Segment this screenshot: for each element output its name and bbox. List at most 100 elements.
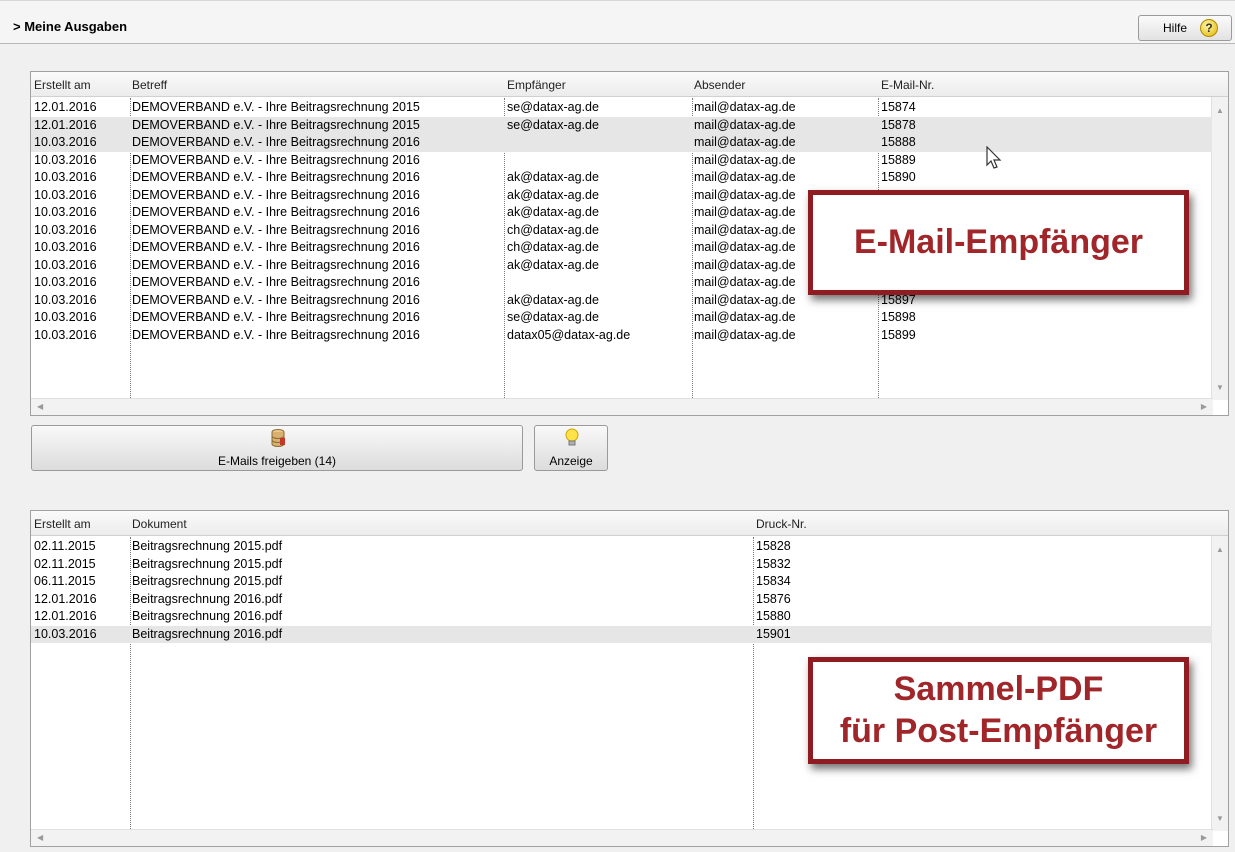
table-cell: 10.03.2016: [34, 310, 97, 324]
table-row[interactable]: 10.03.2016 DEMOVERBAND e.V. - Ihre Beitra…: [31, 309, 1212, 327]
table-row[interactable]: 02.11.2015 Beitragsrechnung 2015.pdf 15828: [31, 538, 1212, 556]
table-cell: 12.01.2016: [34, 100, 97, 114]
show-button[interactable]: Anzeige: [534, 425, 608, 471]
table-row[interactable]: 10.03.2016 DEMOVERBAND e.V. - Ihre Beitra…: [31, 152, 1212, 170]
table-cell: 15898: [881, 310, 916, 324]
table-row[interactable]: 10.03.2016 Beitragsrechnung 2016.pdf 15901: [31, 625, 1212, 643]
pdf-callout: Sammel-PDF für Post-Empfänger: [808, 657, 1189, 764]
table-cell: ak@datax-ag.de: [507, 292, 599, 307]
column-header[interactable]: Druck-Nr.: [756, 517, 807, 531]
table-cell: DEMOVERBAND e.V. - Ihre Beitragsrechnung…: [132, 222, 420, 237]
table-cell: Beitragsrechnung 2016.pdf: [132, 591, 283, 606]
scroll-left-arrow-icon[interactable]: ◀: [37, 833, 43, 842]
print-grid-vertical-scrollbar[interactable]: ▲ ▼: [1211, 536, 1228, 831]
scroll-down-arrow-icon[interactable]: ▼: [1216, 814, 1224, 823]
table-cell: 12.01.2016: [34, 591, 97, 606]
lightbulb-icon: [565, 428, 579, 446]
table-cell: ak@datax-ag.de: [507, 170, 599, 184]
table-cell: mail@datax-ag.de: [694, 292, 796, 307]
table-cell: DEMOVERBAND e.V. - Ihre Beitragsrechnung…: [132, 292, 420, 307]
show-button-label: Anzeige: [549, 454, 593, 468]
table-cell: 10.03.2016: [34, 257, 97, 272]
table-cell: 06.11.2015: [34, 574, 96, 588]
column-header[interactable]: Empfänger: [507, 78, 566, 92]
email-grid-horizontal-scrollbar[interactable]: ◀ ▶: [31, 398, 1213, 415]
table-cell: DEMOVERBAND e.V. - Ihre Beitragsrechnung…: [132, 152, 420, 167]
column-header[interactable]: Betreff: [132, 78, 167, 92]
table-row[interactable]: 12.01.2016 DEMOVERBAND e.V. - Ihre Beitra…: [31, 116, 1212, 134]
table-cell: mail@datax-ag.de: [694, 100, 796, 114]
table-cell: 10.03.2016: [34, 292, 97, 307]
table-cell: ak@datax-ag.de: [507, 257, 599, 272]
table-cell: 10.03.2016: [34, 135, 97, 149]
column-header[interactable]: Erstellt am: [34, 517, 91, 531]
column-header[interactable]: Dokument: [132, 517, 187, 531]
scroll-up-arrow-icon[interactable]: ▲: [1216, 545, 1224, 554]
release-emails-button-label: E-Mails freigeben (14): [217, 454, 337, 468]
page-title: > Meine Ausgaben: [13, 19, 128, 34]
table-row[interactable]: 12.01.2016 DEMOVERBAND e.V. - Ihre Beitra…: [31, 99, 1212, 117]
table-cell: DEMOVERBAND e.V. - Ihre Beitragsrechnung…: [132, 100, 420, 114]
table-row[interactable]: 12.01.2016 Beitragsrechnung 2016.pdf 15876: [31, 591, 1212, 609]
column-header[interactable]: Erstellt am: [34, 78, 91, 92]
table-row[interactable]: 10.03.2016 DEMOVERBAND e.V. - Ihre Beitra…: [31, 327, 1212, 345]
scroll-up-arrow-icon[interactable]: ▲: [1216, 106, 1224, 115]
email-grid-header: Erstellt am Betreff Empfänger Absender E-Mai…: [31, 72, 1228, 97]
table-cell: 10.03.2016: [34, 240, 97, 254]
email-recipients-callout: E-Mail-Empfänger: [808, 190, 1189, 295]
table-cell: 10.03.2016: [34, 152, 97, 167]
table-cell: se@datax-ag.de: [507, 100, 599, 114]
table-cell: 15880: [756, 609, 791, 623]
table-cell: 12.01.2016: [34, 609, 97, 623]
table-cell: ch@datax-ag.de: [507, 222, 599, 237]
table-cell: 15890: [881, 170, 916, 184]
table-cell: 15889: [881, 152, 916, 167]
table-row[interactable]: 10.03.2016 DEMOVERBAND e.V. - Ihre Beitra…: [31, 169, 1212, 187]
scroll-right-arrow-icon[interactable]: ▶: [1201, 402, 1207, 411]
print-grid-horizontal-scrollbar[interactable]: ◀ ▶: [31, 829, 1213, 846]
table-cell: mail@datax-ag.de: [694, 187, 796, 202]
table-cell: mail@datax-ag.de: [694, 257, 796, 272]
table-cell: Beitragsrechnung 2015.pdf: [132, 556, 283, 571]
scroll-right-arrow-icon[interactable]: ▶: [1201, 833, 1207, 842]
print-grid-header: Erstellt am Dokument Druck-Nr.: [31, 511, 1228, 536]
table-cell: 10.03.2016: [34, 205, 97, 219]
table-cell: 15832: [756, 556, 791, 571]
table-cell: DEMOVERBAND e.V. - Ihre Beitragsrechnung…: [132, 257, 420, 272]
table-cell: ak@datax-ag.de: [507, 205, 599, 219]
table-cell: mail@datax-ag.de: [694, 205, 796, 219]
table-cell: DEMOVERBAND e.V. - Ihre Beitragsrechnung…: [132, 205, 420, 219]
table-cell: 15828: [756, 539, 791, 553]
table-cell: DEMOVERBAND e.V. - Ihre Beitragsrechnung…: [132, 327, 420, 342]
table-cell: mail@datax-ag.de: [694, 327, 796, 342]
table-cell: DEMOVERBAND e.V. - Ihre Beitragsrechnung…: [132, 187, 420, 202]
release-emails-button[interactable]: E-Mails freigeben (14): [31, 425, 523, 471]
column-header[interactable]: Absender: [694, 78, 745, 92]
scroll-down-arrow-icon[interactable]: ▼: [1216, 383, 1224, 392]
table-cell: 10.03.2016: [34, 222, 97, 237]
table-cell: DEMOVERBAND e.V. - Ihre Beitragsrechnung…: [132, 170, 420, 184]
table-cell: ak@datax-ag.de: [507, 187, 599, 202]
table-cell: mail@datax-ag.de: [694, 152, 796, 167]
question-icon: ?: [1200, 19, 1218, 37]
scroll-left-arrow-icon[interactable]: ◀: [37, 402, 43, 411]
table-cell: se@datax-ag.de: [507, 117, 599, 132]
help-button[interactable]: Hilfe ?: [1138, 15, 1232, 41]
email-callout-text: E-Mail-Empfänger: [853, 223, 1144, 261]
table-cell: DEMOVERBAND e.V. - Ihre Beitragsrechnung…: [132, 117, 420, 132]
table-row[interactable]: 02.11.2015 Beitragsrechnung 2015.pdf 15832: [31, 556, 1212, 574]
help-button-label: Hilfe: [1163, 21, 1188, 35]
mouse-pointer-icon: [986, 146, 1002, 169]
table-cell: se@datax-ag.de: [507, 310, 599, 324]
column-header[interactable]: E-Mail-Nr.: [881, 78, 934, 92]
table-row[interactable]: 10.03.2016 DEMOVERBAND e.V. - Ihre Beitra…: [31, 134, 1212, 152]
table-cell: mail@datax-ag.de: [694, 240, 796, 254]
table-row[interactable]: 06.11.2015 Beitragsrechnung 2015.pdf 15834: [31, 573, 1212, 591]
email-grid-vertical-scrollbar[interactable]: ▲ ▼: [1211, 97, 1228, 400]
pdf-callout-line1: Sammel-PDF: [893, 670, 1104, 708]
table-row[interactable]: 12.01.2016 Beitragsrechnung 2016.pdf 15880: [31, 608, 1212, 626]
table-cell: 12.01.2016: [34, 117, 97, 132]
table-cell: DEMOVERBAND e.V. - Ihre Beitragsrechnung…: [132, 135, 420, 149]
table-cell: 15874: [881, 100, 916, 114]
table-cell: 15876: [756, 591, 791, 606]
